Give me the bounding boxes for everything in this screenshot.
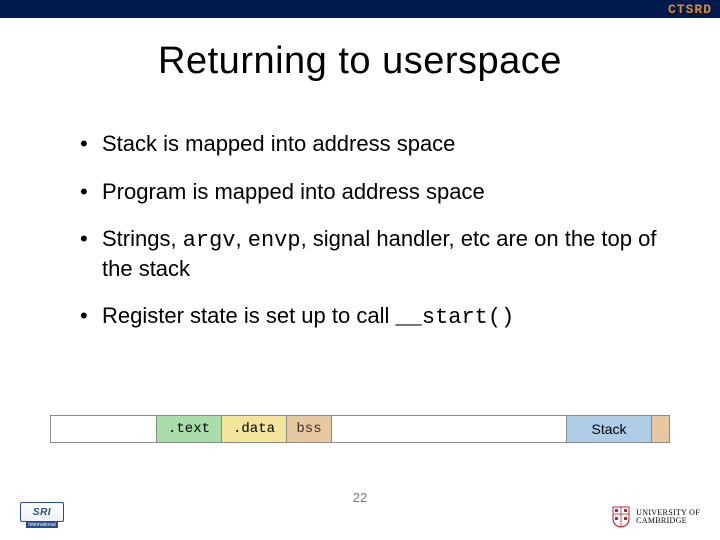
memory-bss-segment: bss [286,416,331,442]
cambridge-line2: CAMBRIDGE [636,517,700,525]
cambridge-text: UNIVERSITY OF CAMBRIDGE [636,509,700,525]
memory-end-segment [651,416,669,442]
bullet-item: Register state is set up to call __start… [80,302,660,332]
memory-data-segment: .data [221,416,286,442]
top-bar: CTSRD [0,0,720,18]
memory-layout: .text .data bss Stack [50,415,670,443]
sri-logo-text: SRI [33,507,51,518]
bullet-item: Program is mapped into address space [80,178,660,206]
page-number: 22 [0,490,720,505]
topbar-brand: CTSRD [668,2,712,17]
footer-logo-cambridge: UNIVERSITY OF CAMBRIDGE [612,506,700,528]
slide-title: Returning to userspace [0,40,720,83]
memory-text-segment: .text [156,416,221,442]
sri-logo-subtext: International [26,522,58,528]
memory-stack-segment: Stack [566,416,651,442]
bullet-list: Stack is mapped into address space Progr… [80,130,660,352]
footer-logo-sri: SRI International [20,502,64,528]
memory-gap [331,416,566,442]
sri-logo-icon: SRI [20,502,64,522]
bullet-item: Stack is mapped into address space [80,130,660,158]
cambridge-shield-icon [612,506,630,528]
memory-blank [51,416,156,442]
bullet-item: Strings, argv, envp, signal handler, etc… [80,225,660,282]
